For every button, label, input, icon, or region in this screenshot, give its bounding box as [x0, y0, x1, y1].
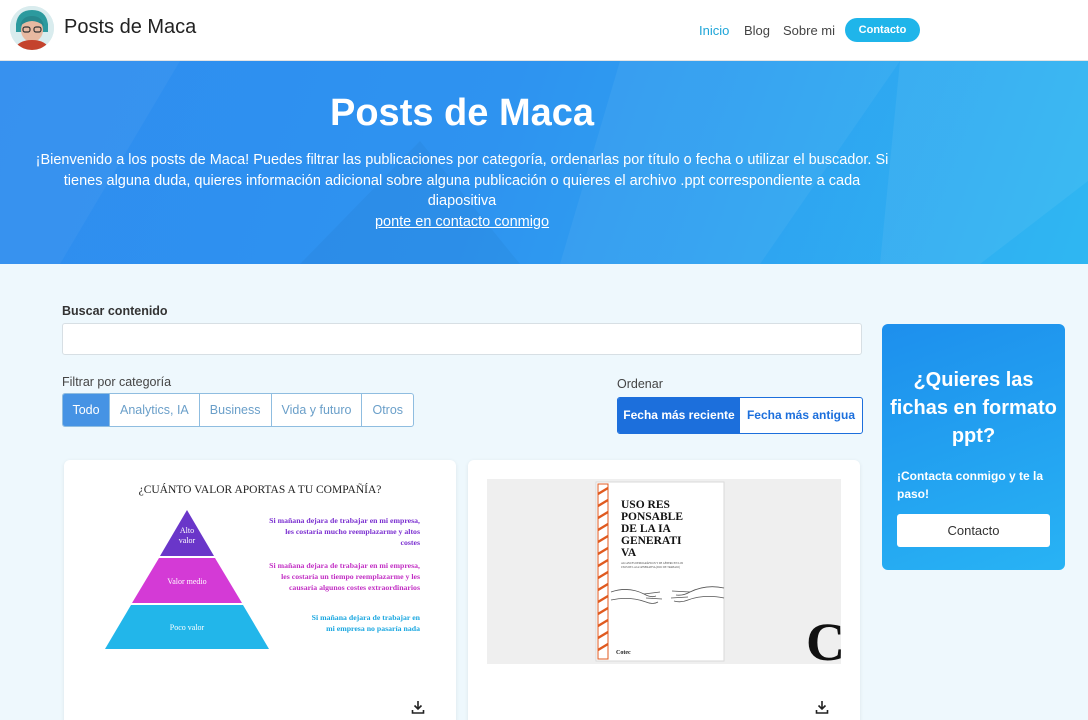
- promo-text: ¡Contacta conmigo y te la paso!: [897, 469, 1044, 501]
- nav-link-about[interactable]: Sobre mi: [783, 23, 835, 38]
- side-letter: C: [806, 612, 845, 672]
- brand-name[interactable]: Posts de Maca: [64, 16, 196, 39]
- hero-banner: Posts de Maca ¡Bienvenido a los posts de…: [0, 61, 1088, 264]
- search-input[interactable]: [62, 323, 862, 355]
- avatar[interactable]: [10, 6, 54, 50]
- top-navbar: Posts de Maca Inicio Blog Sobre mi Conta…: [0, 0, 1088, 61]
- filter-label: Filtrar por categoría: [62, 375, 172, 389]
- book-publisher: Cotec: [616, 650, 631, 656]
- book-subtitle-2: USOS DE LA IA GENERATIVA (DOC DE TRABAJO…: [621, 566, 680, 569]
- pyramid-label-top-2: valor: [179, 536, 196, 545]
- book-title-line-1: USO RES: [621, 499, 670, 511]
- pyramid-note-top-1: Si mañana dejara de trabajar en mi empre…: [269, 516, 420, 525]
- pyramid-note-top-2: les costaría mucho reemplazarme y altos: [285, 527, 420, 536]
- post-card[interactable]: ¿CUÁNTO VALOR APORTAS A TU COMPAÑÍA? Alt…: [64, 460, 456, 720]
- download-icon[interactable]: [410, 699, 426, 715]
- category-filter-group: Todo Analytics, IA Business Vida y futur…: [62, 393, 415, 427]
- filter-todo[interactable]: Todo: [63, 394, 110, 426]
- ppt-promo-box: ¿Quieres las fichas en formato ppt? ¡Con…: [882, 324, 1065, 570]
- promo-title: ¿Quieres las fichas en formato ppt?: [890, 369, 1057, 447]
- nav-link-blog[interactable]: Blog: [744, 23, 770, 38]
- nav-contact-button[interactable]: Contacto: [845, 18, 920, 42]
- book-title-line-5: VA: [621, 547, 637, 559]
- hero-description: ¡Bienvenido a los posts de Maca! Puedes …: [30, 150, 894, 232]
- pyramid-note-middle-3: causaría algunos costes extraordinarios: [289, 583, 420, 592]
- filter-business[interactable]: Business: [200, 394, 272, 426]
- pyramid-note-bottom-1: Si mañana dejara de trabajar en: [312, 613, 421, 622]
- post-card[interactable]: USO RES PONSABLE DE LA IA GENERATI VA AL…: [468, 460, 860, 720]
- pyramid-label-bottom: Poco valor: [170, 623, 205, 632]
- nav-link-home[interactable]: Inicio: [699, 23, 729, 38]
- post-image-pyramid: ¿CUÁNTO VALOR APORTAS A TU COMPAÑÍA? Alt…: [105, 482, 421, 649]
- book-title-line-2: PONSABLE: [621, 511, 683, 523]
- filter-otros[interactable]: Otros: [362, 394, 413, 426]
- pyramid-note-top-3: costes: [401, 538, 421, 547]
- hero-title: Posts de Maca: [330, 92, 594, 134]
- pyramid-label-middle: Valor medio: [167, 577, 206, 586]
- hero-contact-link[interactable]: ponte en contacto conmigo: [375, 214, 549, 230]
- hero-text: ¡Bienvenido a los posts de Maca! Puedes …: [35, 152, 889, 209]
- filter-vida-y-futuro[interactable]: Vida y futuro: [272, 394, 363, 426]
- search-label: Buscar contenido: [62, 304, 168, 318]
- promo-contact-button[interactable]: Contacto: [897, 514, 1050, 547]
- post-image-book: USO RES PONSABLE DE LA IA GENERATI VA AL…: [487, 479, 845, 672]
- book-title-line-4: GENERATI: [621, 535, 682, 547]
- pyramid-label-top-1: Alto: [180, 526, 194, 535]
- filter-analytics-ia[interactable]: Analytics, IA: [110, 394, 200, 426]
- sort-oldest-button[interactable]: Fecha más antigua: [740, 398, 862, 433]
- sort-newest-button[interactable]: Fecha más reciente: [618, 398, 740, 433]
- pyramid-note-bottom-2: mi empresa no pasaría nada: [326, 624, 420, 633]
- book-subtitle-1: ALCANCES DEMOGRÁFICOS Y DE GÉNERO EN LOS: [621, 562, 684, 565]
- download-icon[interactable]: [814, 699, 830, 715]
- pyramid-note-middle-2: les costaría un tiempo reemplazarme y le…: [281, 572, 420, 581]
- pyramid-note-middle-1: Si mañana dejara de trabajar en mi empre…: [269, 561, 420, 570]
- sort-label: Ordenar: [617, 377, 663, 391]
- pyramid-title: ¿CUÁNTO VALOR APORTAS A TU COMPAÑÍA?: [139, 482, 382, 496]
- sort-toggle-group: Fecha más reciente Fecha más antigua: [617, 397, 863, 434]
- book-title-line-3: DE LA IA: [621, 523, 672, 535]
